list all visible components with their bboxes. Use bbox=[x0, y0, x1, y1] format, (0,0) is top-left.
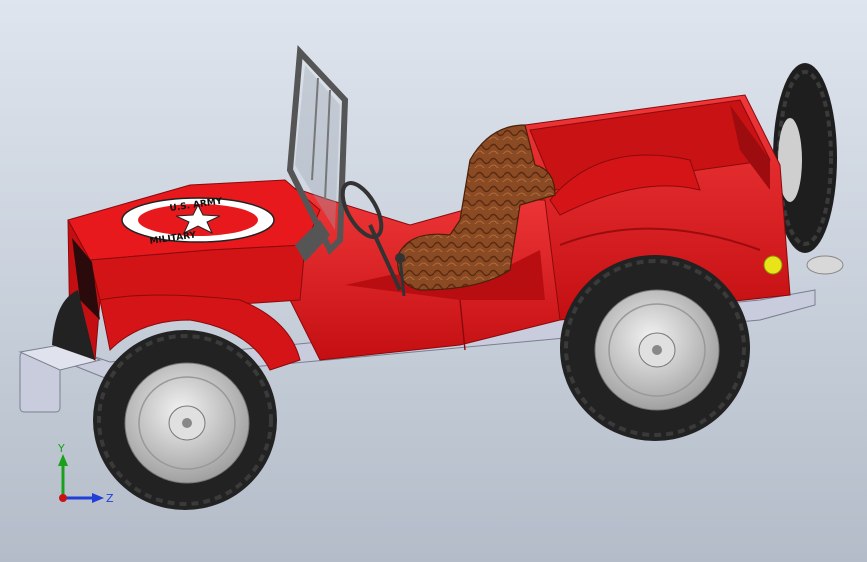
graphics-viewport[interactable]: U.S. ARMY MILITARY Y Z bbox=[0, 0, 867, 562]
y-arrow-icon bbox=[58, 454, 68, 466]
y-axis-label: Y bbox=[57, 442, 65, 455]
rear-hitch bbox=[806, 255, 844, 275]
z-arrow-icon bbox=[92, 493, 104, 503]
rear-wheel bbox=[560, 255, 750, 441]
x-axis-origin-icon bbox=[59, 494, 67, 502]
z-axis-label: Z bbox=[106, 492, 114, 505]
front-wheel bbox=[93, 330, 277, 510]
orientation-triad[interactable]: Y Z bbox=[48, 440, 118, 510]
tail-light bbox=[763, 255, 783, 275]
jeep-model[interactable]: U.S. ARMY MILITARY bbox=[0, 0, 867, 562]
